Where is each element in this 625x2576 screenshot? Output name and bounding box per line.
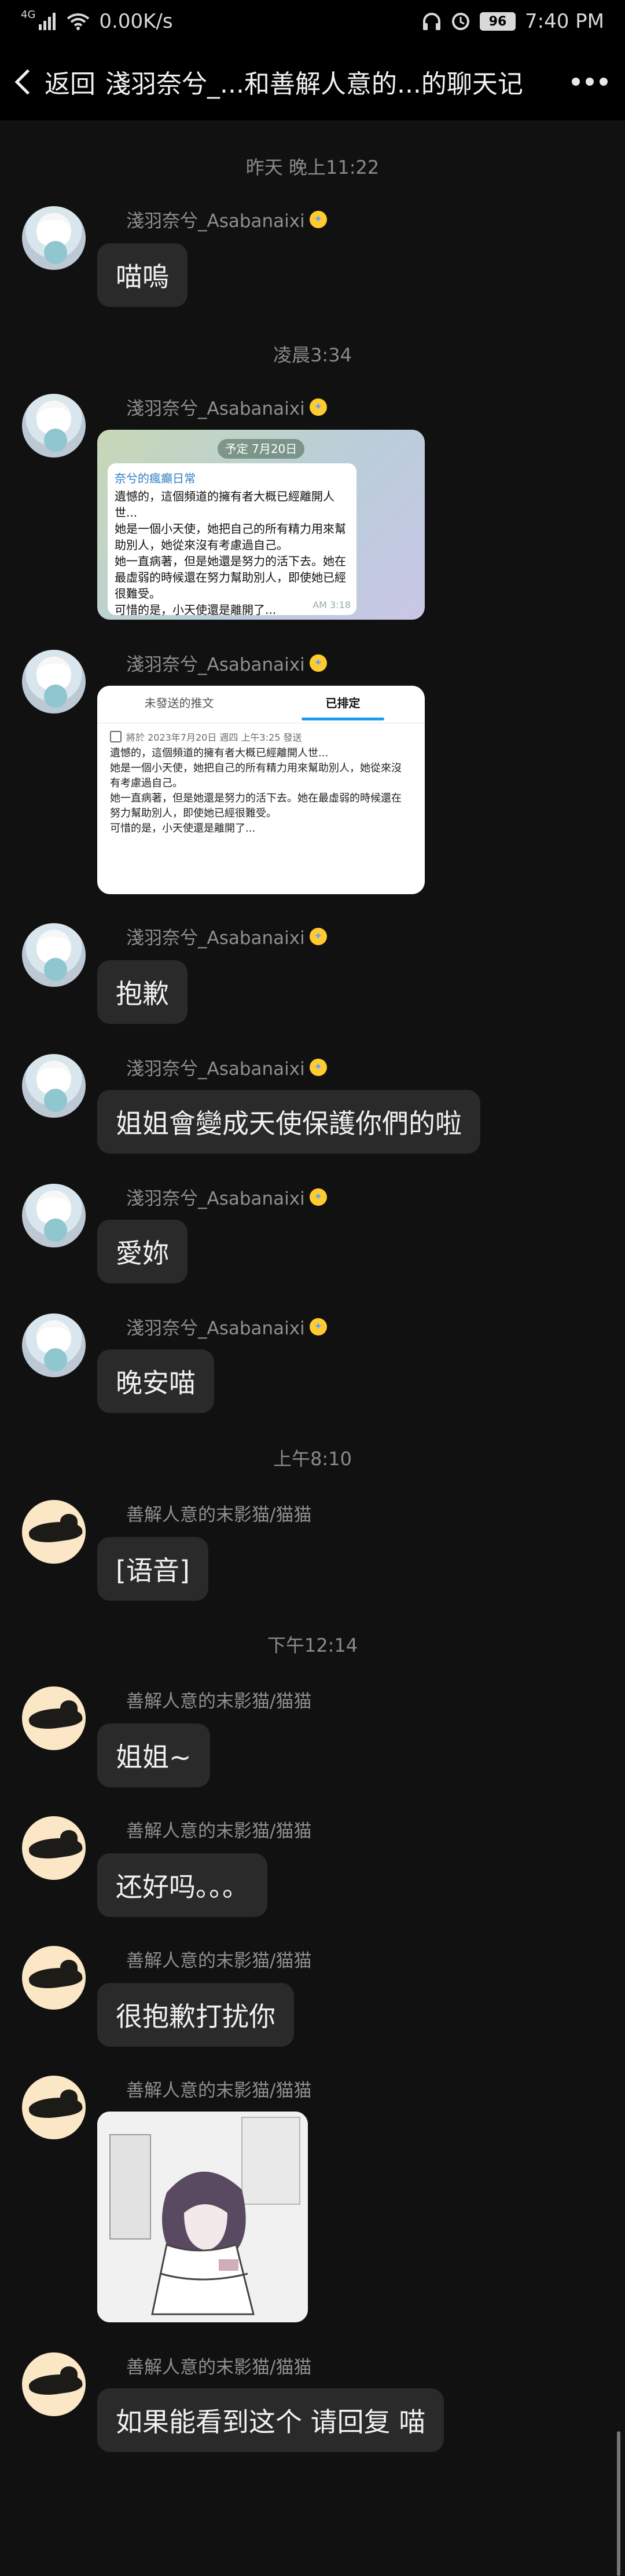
chat-header: 返回 淺羽奈兮_...和善解人意的...的聊天记 [0,43,625,120]
back-button[interactable]: 返回 [9,43,95,120]
sender-name: 淺羽奈兮_Asabanaixi ✦ [126,394,327,420]
signal-icon [39,13,56,30]
channel-post: 奈兮的瘋癲日常 遺憾的，這個頻道的擁有者大概已經離開人世... 她是一個小天使，… [108,463,356,617]
sparkle-star-icon: ✦ [309,210,327,228]
post-body: 遺憾的，這個頻道的擁有者大概已經離開人世... 她是一個小天使，她把自己的所有精… [115,489,346,617]
tweet-tabs: 未發送的推文 已排定 [97,686,425,720]
avatar[interactable] [22,1184,86,1247]
avatar[interactable] [22,1686,86,1750]
avatar[interactable] [22,206,86,270]
status-bar: 4G 0.00K/s 96 7:40 PM [0,0,625,43]
wifi-icon [67,13,90,30]
timestamp: 凌晨3:34 [273,344,352,366]
avatar[interactable] [22,1500,86,1564]
schedule-line: 將於 2023年7月20日 週四 上午3:25 發送 [110,730,302,744]
scrollbar[interactable] [617,2431,620,2576]
avatar[interactable] [22,650,86,713]
status-left: 4G 0.00K/s [21,0,173,43]
message-bubble[interactable]: 还好吗。。。 [97,1853,267,1917]
sparkle-star-icon: ✦ [309,927,327,945]
avatar[interactable] [22,1313,86,1377]
message-bubble[interactable]: 喵嗚 [97,243,188,307]
timestamp: 上午8:10 [273,1448,352,1470]
sender-name: 善解人意的末影猫/猫猫 [126,2357,312,2378]
sender-name: 淺羽奈兮_Asabanaixi ✦ [126,1184,327,1210]
message-bubble[interactable]: 晚安喵 [97,1349,214,1413]
sender-name: 淺羽奈兮_Asabanaixi ✦ [126,923,327,949]
sparkle-star-icon: ✦ [309,654,327,672]
avatar[interactable] [22,2076,86,2139]
date-chip: 予定 7月20日 [218,439,304,459]
headphones-icon [423,13,440,30]
sender-name: 淺羽奈兮_Asabanaixi ✦ [126,1313,327,1340]
timestamp: 下午12:14 [267,1634,358,1656]
battery-icon: 96 [480,12,516,31]
message-bubble[interactable]: 姐姐會變成天使保護你們的啦 [97,1090,480,1154]
timestamp: 昨天 晚上11:22 [245,156,380,178]
avatar[interactable] [22,923,86,987]
manga-illustration [97,2112,308,2322]
clock: 7:40 PM [525,10,604,33]
sender-name: 淺羽奈兮_Asabanaixi ✦ [126,206,327,232]
avatar[interactable] [22,2352,86,2416]
post-time: AM 3:18 [312,599,351,610]
sender-name: 善解人意的末影猫/猫猫 [126,1505,312,1525]
calendar-icon [110,731,122,742]
sparkle-star-icon: ✦ [309,1188,327,1206]
avatar[interactable] [22,1946,86,2010]
avatar[interactable] [22,1054,86,1118]
sender-name: 善解人意的末影猫/猫猫 [126,1821,312,1842]
avatar[interactable] [22,1816,86,1880]
message-bubble[interactable]: 抱歉 [97,960,188,1024]
alarm-icon [452,13,469,30]
image-message-telegram-screenshot[interactable]: 予定 7月20日 奈兮的瘋癲日常 遺憾的，這個頻道的擁有者大概已經離開人世...… [97,430,425,620]
chat-history[interactable]: 昨天 晚上11:22 淺羽奈兮_Asabanaixi ✦ 喵嗚 凌晨3:34 淺羽… [0,120,625,2576]
more-options-icon[interactable] [572,43,608,120]
tweet-body: 遺憾的，這個頻道的擁有者大概已經離開人世... 她是一個小天使，她把自己的所有精… [110,747,402,835]
back-label: 返回 [45,69,95,99]
tab-scheduled: 已排定 [261,686,425,720]
message-bubble[interactable]: 很抱歉打扰你 [97,1983,294,2047]
sender-name: 善解人意的末影猫/猫猫 [126,1691,312,1712]
sender-name: 善解人意的末影猫/猫猫 [126,1951,312,1971]
network-type: 4G [21,8,36,21]
avatar[interactable] [22,394,86,458]
chevron-left-icon [14,69,41,94]
page-title: 淺羽奈兮_...和善解人意的...的聊天记 [105,69,523,99]
sender-name: 善解人意的末影猫/猫猫 [126,2080,312,2101]
message-bubble[interactable]: 愛妳 [97,1220,188,1283]
sender-name: 淺羽奈兮_Asabanaixi ✦ [126,650,327,676]
sparkle-star-icon: ✦ [309,1318,327,1335]
sender-name: 淺羽奈兮_Asabanaixi ✦ [126,1054,327,1080]
message-bubble[interactable]: 姐姐~ [97,1724,210,1787]
tab-unsent: 未發送的推文 [144,696,214,710]
status-right: 96 7:40 PM [422,0,604,43]
image-message-scheduled-tweet[interactable]: 未發送的推文 已排定 將於 2023年7月20日 週四 上午3:25 發送 遺憾… [97,686,425,894]
sparkle-star-icon: ✦ [309,1058,327,1076]
net-speed: 0.00K/s [99,10,173,33]
sparkle-star-icon: ✦ [309,398,327,416]
voice-message-bubble[interactable]: [语音] [97,1537,208,1601]
image-message-manga[interactable] [97,2112,308,2322]
message-bubble[interactable]: 如果能看到这个 请回复 喵 [97,2388,444,2452]
channel-name: 奈兮的瘋癲日常 [115,471,196,485]
